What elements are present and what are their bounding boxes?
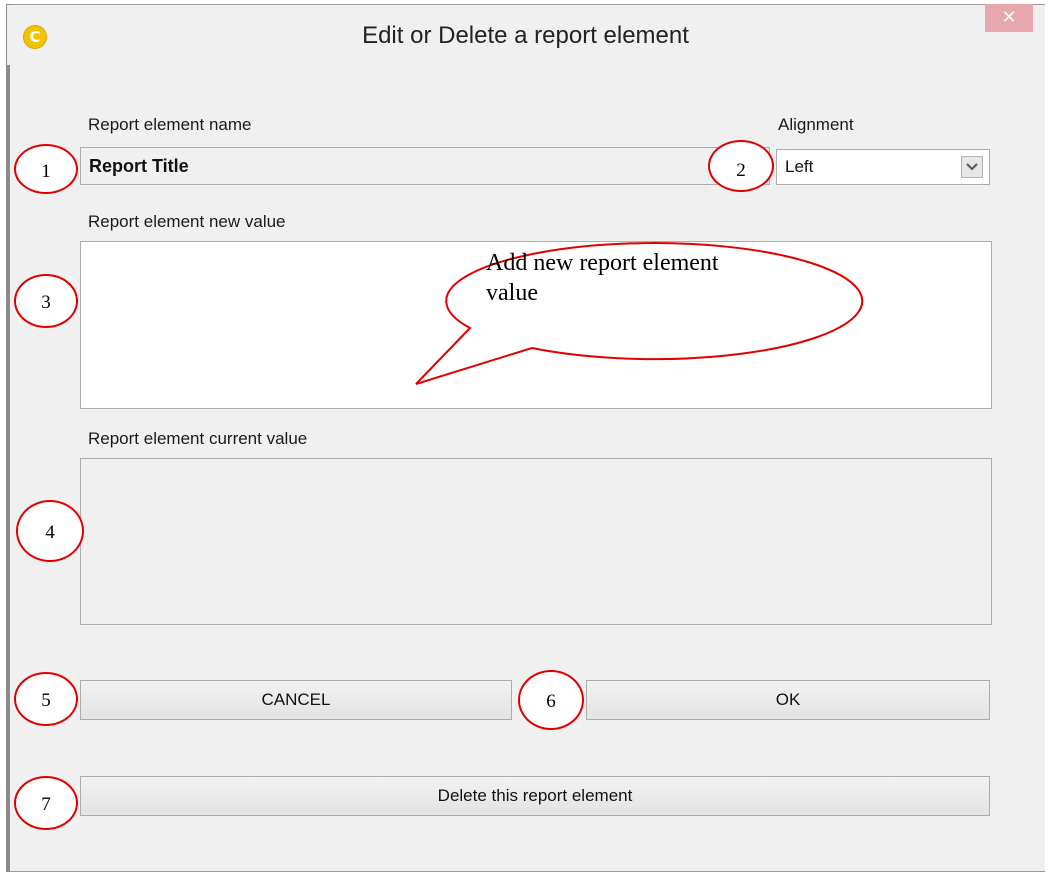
annotation-marker-5: 5 — [14, 672, 78, 726]
callout-text: Add new report element value — [486, 250, 719, 306]
annotation-marker-6: 6 — [518, 670, 584, 730]
annotation-marker-4: 4 — [16, 500, 84, 562]
annotation-marker-1: 1 — [14, 144, 78, 194]
callout-bubble — [415, 242, 864, 385]
annotation-marker-2: 2 — [708, 140, 774, 192]
annotation-marker-7: 7 — [14, 776, 78, 830]
annotation-marker-3: 3 — [14, 274, 78, 328]
